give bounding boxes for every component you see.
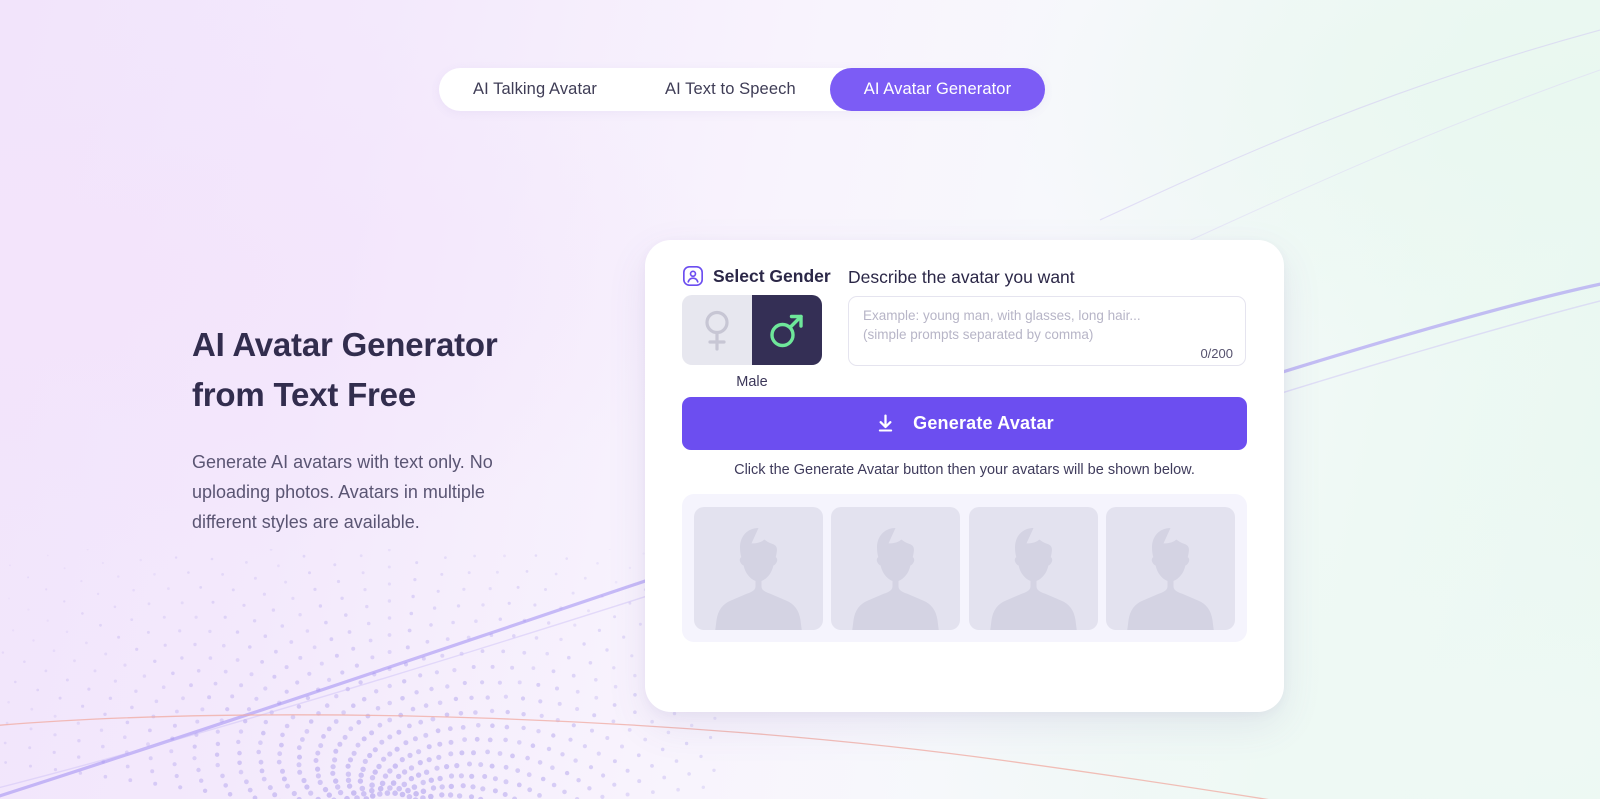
tab-bar: AI Talking Avatar AI Text to Speech AI A…	[439, 68, 1046, 111]
avatar-results-panel	[682, 494, 1247, 642]
gender-selector: Male	[682, 295, 822, 390]
gender-selected-label: Male	[736, 374, 768, 390]
decorative-dot-pattern-bottom-left	[1, 549, 720, 799]
generate-avatar-label: Generate Avatar	[913, 413, 1054, 433]
tab-ai-talking-avatar[interactable]: AI Talking Avatar	[439, 68, 631, 111]
avatar-placeholder[interactable]	[831, 506, 961, 630]
male-symbol-icon	[770, 314, 803, 348]
avatar-placeholder[interactable]	[968, 506, 1098, 630]
page-title-line-1: AI Avatar Generator	[192, 326, 498, 363]
page-subtitle: Generate AI avatars with text only. No u…	[192, 452, 493, 532]
download-icon	[878, 414, 893, 432]
hero-section: AI Avatar Generator from Text Free Gener…	[192, 320, 552, 537]
page-root: AI Talking Avatar AI Text to Speech AI A…	[0, 0, 1600, 799]
page-title-line-2: from Text Free	[192, 376, 416, 413]
avatar-placeholder[interactable]	[1105, 506, 1235, 630]
gender-option-female[interactable]	[682, 295, 752, 365]
person-silhouette-icon	[989, 527, 1077, 630]
avatar-placeholder[interactable]	[694, 506, 823, 630]
generate-avatar-button[interactable]: Generate Avatar	[682, 397, 1247, 450]
person-silhouette-icon	[852, 527, 940, 630]
tab-ai-text-to-speech[interactable]: AI Text to Speech	[631, 68, 830, 111]
character-counter: 0/200	[1200, 346, 1233, 361]
person-silhouette-icon	[1127, 527, 1214, 630]
gender-section-header: Select Gender	[682, 265, 831, 287]
prompt-textarea[interactable]	[863, 306, 1233, 346]
female-symbol-icon	[705, 310, 729, 351]
prompt-input-box[interactable]: 0/200	[848, 296, 1246, 366]
prompt-section-label: Describe the avatar you want	[848, 267, 1075, 287]
avatar-generator-card: Select Gender Describe the avatar you wa…	[645, 240, 1284, 712]
user-badge-icon	[683, 266, 703, 286]
generate-hint-text: Click the Generate Avatar button then yo…	[734, 462, 1195, 478]
tab-ai-avatar-generator[interactable]: AI Avatar Generator	[829, 68, 1046, 111]
gender-section-label: Select Gender	[713, 265, 831, 286]
gender-option-group	[682, 295, 822, 365]
person-silhouette-icon	[715, 527, 802, 630]
page-title: AI Avatar Generator from Text Free	[192, 320, 552, 420]
gender-option-male[interactable]	[752, 295, 822, 365]
